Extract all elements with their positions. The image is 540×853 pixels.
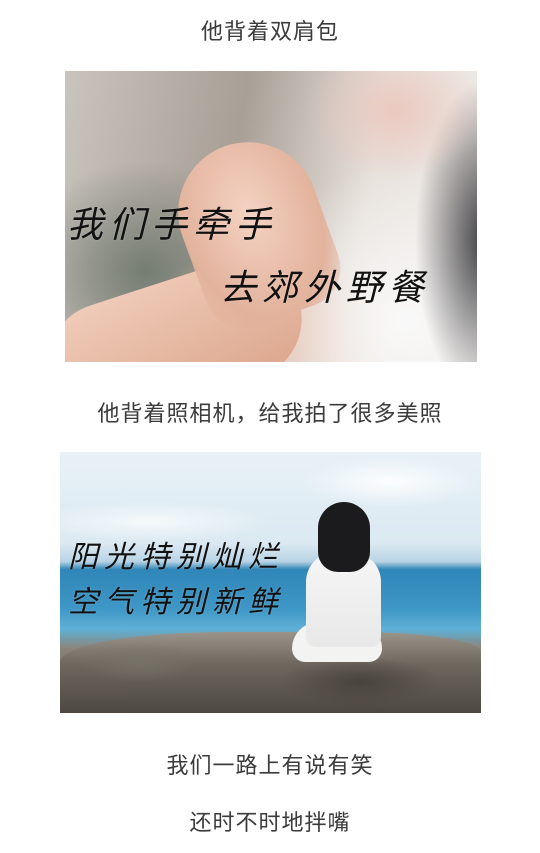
photo2-overlay-line1: 阳光特别灿烂 [68, 540, 284, 575]
photo-seaside: 阳光特别灿烂 空气特别新鲜 [60, 452, 481, 713]
photo1-overlay-line1: 我们手牵手 [67, 205, 278, 246]
caption-laughing: 我们一路上有说有笑 [166, 754, 374, 779]
rock-shape [60, 632, 481, 713]
caption-bickering: 还时不时地拌嘴 [189, 811, 351, 836]
photo2-overlay-line2: 空气特别新鲜 [68, 585, 284, 620]
caption-backpack: 他背着双肩包 [200, 20, 339, 45]
girl-hair-shape [318, 502, 370, 572]
photo1-overlay-line2: 去郊外野餐 [220, 268, 431, 309]
photo-holding-hands: 我们手牵手 去郊外野餐 [65, 71, 477, 362]
caption-camera: 他背着照相机，给我拍了很多美照 [97, 402, 443, 427]
